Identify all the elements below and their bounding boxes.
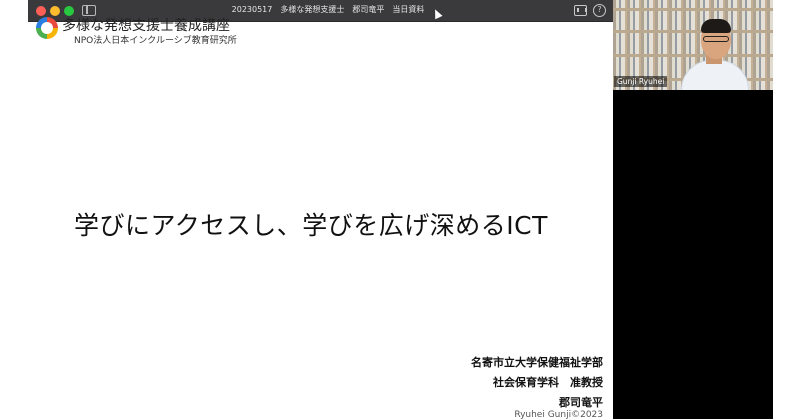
- participant-name-label: Gunji Ryuhei: [614, 76, 668, 87]
- shelf: [613, 30, 773, 33]
- shelf: [613, 54, 773, 57]
- screen: 20230517 多様な発想支援士 郡司竜平 当日資料 ? 多様な発想支援士養成…: [0, 0, 800, 419]
- affiliation-department: 社会保育学科 准教授: [493, 376, 603, 389]
- close-icon[interactable]: [36, 6, 46, 16]
- slide-title: 学びにアクセスし、学びを広げ深めるICT: [74, 211, 548, 240]
- minimize-icon[interactable]: [50, 6, 60, 16]
- presentation-window: 20230517 多様な発想支援士 郡司竜平 当日資料 ? 多様な発想支援士養成…: [28, 0, 613, 419]
- organization-name: NPO法人日本インクルーシブ教育研究所: [74, 36, 237, 46]
- presenter-name: 郡司竜平: [559, 396, 603, 409]
- participant-glasses: [703, 36, 729, 42]
- copyright-text: Ryuhei Gunji©2023: [514, 410, 603, 419]
- participant-video[interactable]: Gunji Ryuhei: [613, 0, 773, 90]
- view-layout-icon[interactable]: [574, 5, 587, 16]
- course-title: 多様な発想支援士養成講座: [62, 18, 230, 34]
- organization-logo: [36, 17, 58, 39]
- shelf: [613, 8, 773, 11]
- participant-hair: [701, 19, 731, 33]
- affiliation-university: 名寄市立大学保健福祉学部: [471, 356, 603, 369]
- help-icon[interactable]: ?: [593, 4, 606, 17]
